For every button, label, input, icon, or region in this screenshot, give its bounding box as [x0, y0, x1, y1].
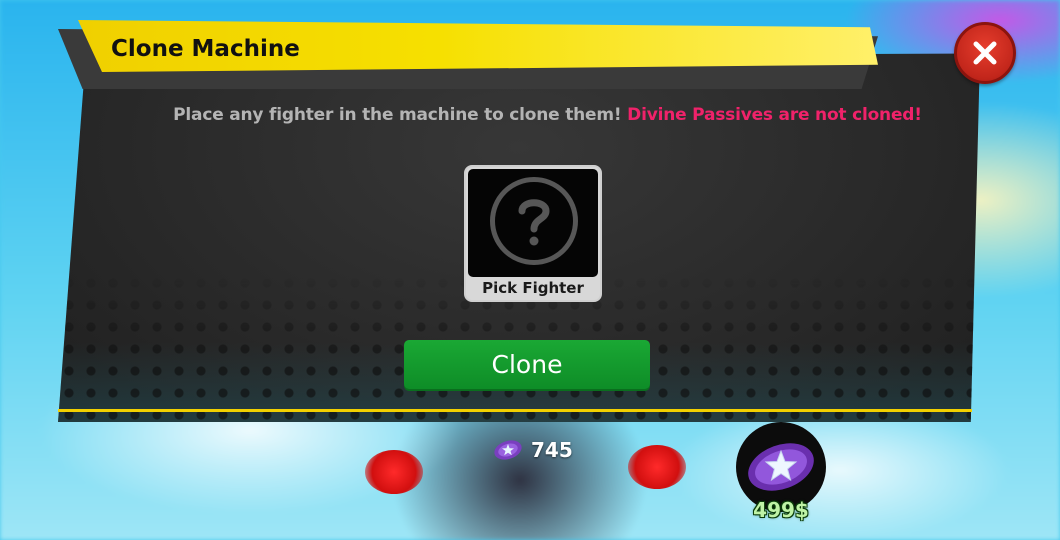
currency-display: 745 [493, 438, 573, 462]
pick-fighter-slot[interactable]: Pick Fighter [464, 165, 602, 302]
close-button[interactable] [954, 22, 1016, 84]
instruction-warning: Divine Passives are not cloned! [627, 105, 922, 125]
clone-button[interactable]: Clone [404, 340, 650, 389]
currency-amount: 745 [531, 438, 573, 462]
question-mark-icon [490, 177, 578, 265]
background-blur-shape [365, 450, 423, 494]
pick-fighter-label: Pick Fighter [482, 279, 584, 297]
purple-star-coin-icon [494, 440, 522, 460]
instruction-text: Place any fighter in the machine to clon… [0, 105, 1060, 125]
purple-star-coin-icon [748, 443, 814, 491]
fighter-slot-frame [468, 169, 598, 277]
instruction-main: Place any fighter in the machine to clon… [173, 105, 622, 125]
background-blur-shape [628, 445, 686, 489]
panel-border [58, 409, 972, 412]
shop-price: 499$ [753, 498, 809, 522]
close-icon [973, 41, 997, 65]
panel-title: Clone Machine [111, 36, 300, 62]
